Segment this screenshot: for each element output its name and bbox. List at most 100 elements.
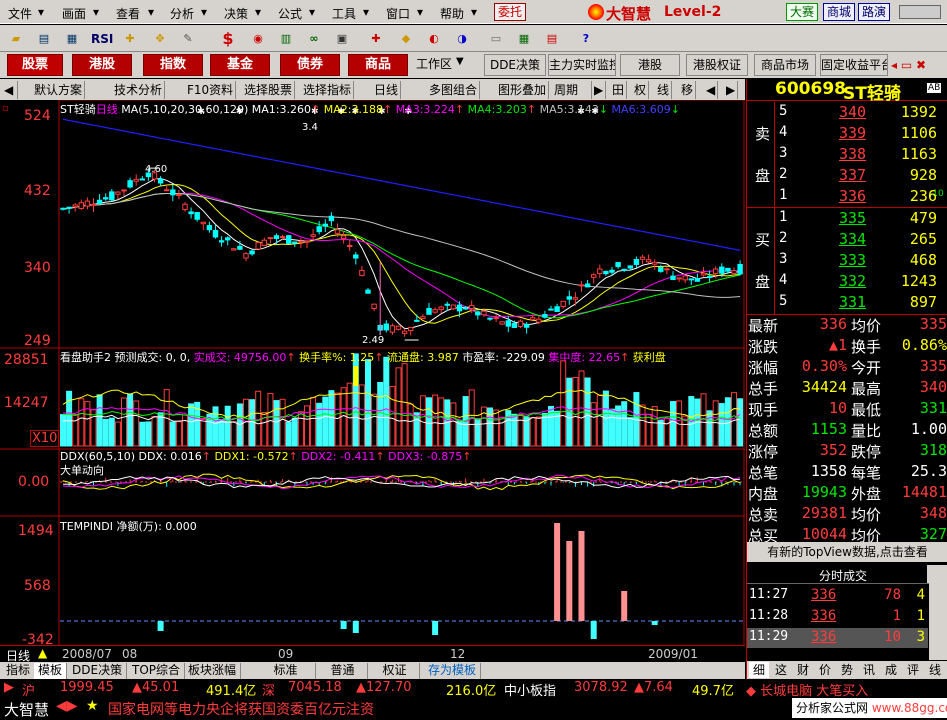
nav-index[interactable]: 指数 — [143, 54, 203, 76]
sell-price[interactable]: 338 — [839, 145, 866, 163]
line-toggle[interactable]: 线 — [655, 81, 673, 99]
buy-price[interactable]: 333 — [839, 251, 866, 269]
menu-analysis[interactable]: 分析 — [170, 5, 194, 22]
quote-tab[interactable]: 细 — [749, 662, 769, 678]
menu-formula[interactable]: 公式 — [278, 5, 302, 22]
quote-tab[interactable]: 线 — [925, 662, 945, 678]
quote-tab[interactable]: 势 — [837, 662, 857, 678]
nav-workspace[interactable]: 工作区 — [412, 54, 456, 76]
play-icon[interactable]: ▶ — [592, 81, 607, 99]
kline-chart[interactable]: ✱ ✱ ✱ ✱ ✱ ✱ ✱ ✱ ✱ ▫ ST轻骑日线 MA(5,10,20,30,60,120)… — [0, 99, 745, 648]
menu-help[interactable]: 帮助 — [440, 5, 464, 22]
quote-tab[interactable]: 财 — [793, 662, 813, 678]
quote-tab[interactable]: 这 — [771, 662, 791, 678]
pencil-icon[interactable]: ✎ — [178, 28, 198, 48]
quote-tab[interactable]: 价 — [815, 662, 835, 678]
tab-template[interactable]: 模板 — [34, 663, 68, 679]
select-indicator-button[interactable]: 选择指标 — [301, 81, 355, 99]
rsi-icon[interactable]: RSI — [90, 28, 114, 48]
prev-icon[interactable]: ◀ — [704, 81, 719, 99]
tab-save-template[interactable]: 存为模板 — [424, 663, 482, 679]
buy-price[interactable]: 332 — [839, 272, 866, 290]
calculator-icon[interactable]: ▣ — [332, 28, 352, 48]
eye-icon[interactable]: ◉ — [248, 28, 268, 48]
tick-row[interactable]: 11:27 336 78 4 — [747, 586, 928, 606]
grid-toggle[interactable]: 田 — [610, 81, 628, 99]
chart-icon[interactable]: ▤ — [34, 28, 54, 48]
menu-window[interactable]: 窗口 — [386, 5, 410, 22]
scheme-select[interactable]: 默认方案 — [32, 81, 86, 99]
tab-top[interactable]: TOP综合 — [128, 663, 186, 679]
nav-commodity[interactable]: 商品 — [348, 54, 408, 76]
cross-icon[interactable]: ✚ — [120, 28, 140, 48]
sell-price[interactable]: 336 — [839, 187, 866, 205]
tab-sector[interactable]: 板块涨幅 — [184, 663, 242, 679]
ticks-scrollbar[interactable] — [929, 565, 947, 660]
menu-view[interactable]: 查看 — [116, 5, 140, 22]
rights-toggle[interactable]: 权 — [632, 81, 650, 99]
menu-screen[interactable]: 画面 — [62, 5, 86, 22]
period-arrow-icon[interactable]: ▲ — [38, 646, 47, 660]
tab-dde[interactable]: DDE决策 — [68, 663, 128, 679]
tab-standard[interactable]: 标准 — [256, 663, 316, 679]
menu-decision[interactable]: 决策 — [224, 5, 248, 22]
nav-hk-warrant[interactable]: 港股权证 — [686, 54, 748, 76]
quote-tab[interactable]: 讯 — [859, 662, 879, 678]
sell-price[interactable]: 337 — [839, 166, 866, 184]
menu-tools[interactable]: 工具 — [332, 5, 356, 22]
tick-row[interactable]: 11:29 336 10 3 — [747, 628, 928, 648]
bars-icon[interactable]: ▥ — [276, 28, 296, 48]
nav-fund[interactable]: 基金 — [210, 54, 270, 76]
scroll-arrows-icon[interactable]: ◀▶ — [56, 698, 78, 714]
binoculars-icon[interactable]: ∞ — [304, 28, 324, 48]
sell-price[interactable]: 339 — [839, 124, 866, 142]
buy-price[interactable]: 334 — [839, 230, 866, 248]
stack-icon[interactable]: ▤ — [542, 28, 562, 48]
question-icon[interactable]: ? — [576, 28, 596, 48]
next-icon[interactable]: ▶ — [724, 81, 739, 99]
tab-indicator[interactable]: 指标 — [2, 663, 36, 679]
tick-row[interactable]: 11:28 336 1 1 — [747, 607, 928, 627]
buy-price[interactable]: 335 — [839, 209, 866, 227]
tab-normal[interactable]: 普通 — [318, 663, 368, 679]
quote-tab[interactable]: 成 — [881, 662, 901, 678]
nav-commodity-market[interactable]: 商品市场 — [754, 54, 816, 76]
nav-fixed-income[interactable]: 固定收益平台 — [820, 54, 888, 76]
nav-stock[interactable]: 股票 — [7, 54, 63, 76]
window-controls-icon[interactable]: ◂ ▭ ✖ — [891, 58, 926, 72]
nav-hk[interactable]: 港股 — [72, 54, 132, 76]
grid-icon[interactable]: ▦ — [62, 28, 82, 48]
cycle-button[interactable]: 周期 — [552, 81, 592, 99]
tab-warrant[interactable]: 权证 — [370, 663, 420, 679]
f10-icon[interactable]: ✚ — [366, 28, 386, 48]
topview-link[interactable]: 有新的TopView数据,点击查看 — [747, 542, 947, 562]
multi-chart-button[interactable]: 多图组合 — [427, 81, 481, 99]
alert-icon[interactable]: ◐ — [424, 28, 444, 48]
menu-file[interactable]: 文件 — [8, 5, 32, 22]
nav-hk-2[interactable]: 港股 — [620, 54, 680, 76]
move-icon[interactable]: ✥ — [150, 28, 170, 48]
f10-button[interactable]: F10资料 — [185, 81, 237, 99]
sell-price[interactable]: 340 — [839, 103, 866, 121]
nav-main-monitor[interactable]: 主力实时监控 — [548, 54, 616, 76]
ticker-news[interactable]: ◆ 长城电脑 大笔买入 — [746, 680, 868, 699]
doc-icon[interactable]: ▭ — [486, 28, 506, 48]
nav-dde[interactable]: DDE决策 — [484, 54, 546, 76]
dollar-icon[interactable]: $ — [218, 28, 238, 48]
entrust-button[interactable]: 委托 — [494, 3, 526, 21]
gem-icon[interactable]: ◆ — [396, 28, 416, 48]
nav-bond[interactable]: 债券 — [280, 54, 340, 76]
period-select[interactable]: 日线 — [372, 81, 402, 99]
tech-analysis-menu[interactable]: 技术分析 — [112, 81, 166, 99]
overlay-button[interactable]: 图形叠加 — [496, 81, 550, 99]
link-contest[interactable]: 大赛 — [786, 3, 819, 21]
move-toggle[interactable]: 移 — [679, 81, 697, 99]
book-icon[interactable]: ▦ — [514, 28, 534, 48]
quote-tab[interactable]: 评 — [903, 662, 923, 678]
open-icon[interactable]: ▰ — [6, 28, 26, 48]
buy-price[interactable]: 331 — [839, 293, 866, 311]
scroll-left-icon[interactable]: ◀ — [2, 81, 18, 99]
select-stock-button[interactable]: 选择股票 — [242, 81, 296, 99]
scroll-news[interactable]: 国家电网等电力央企将获国资委百亿元注资 — [108, 699, 374, 719]
link-mall[interactable]: 商城 — [823, 3, 856, 21]
